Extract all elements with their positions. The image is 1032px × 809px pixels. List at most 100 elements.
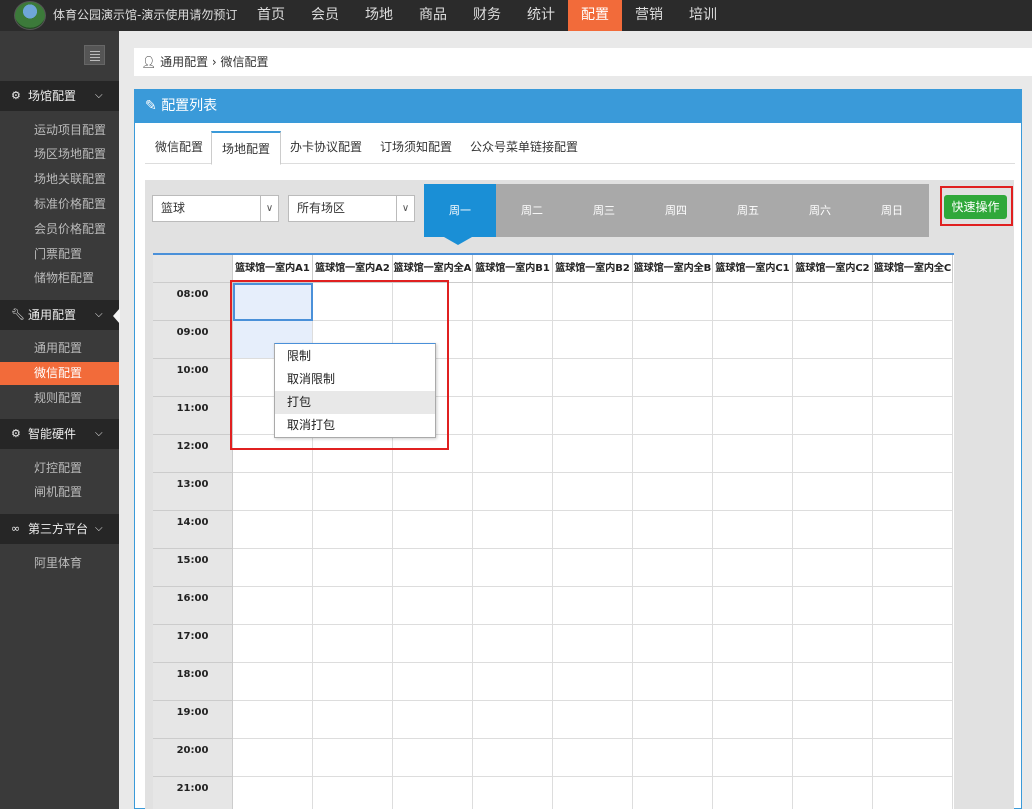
nav-stats[interactable]: 统计 — [514, 0, 568, 31]
schedule-cell[interactable] — [473, 587, 553, 625]
schedule-cell[interactable] — [233, 473, 313, 511]
schedule-cell[interactable] — [473, 321, 553, 359]
sidebar-item-sport-config[interactable]: 运动项目配置 — [0, 119, 119, 142]
sidebar-item-ticket-config[interactable]: 门票配置 — [0, 243, 119, 266]
nav-marketing[interactable]: 营销 — [622, 0, 676, 31]
schedule-cell[interactable] — [793, 473, 873, 511]
schedule-cell[interactable] — [473, 435, 553, 473]
chevron-down-icon[interactable]: ∨ — [260, 196, 278, 221]
schedule-cell[interactable] — [233, 587, 313, 625]
tab-menu-link[interactable]: 公众号菜单链接配置 — [470, 131, 578, 164]
schedule-cell[interactable] — [473, 397, 553, 435]
schedule-cell[interactable] — [473, 549, 553, 587]
schedule-cell[interactable] — [793, 587, 873, 625]
schedule-cell[interactable] — [633, 321, 713, 359]
sidebar-group-smart-hardware[interactable]: ⚙ 智能硬件 ⌵ — [0, 419, 119, 449]
schedule-cell[interactable] — [633, 625, 713, 663]
schedule-cell[interactable] — [393, 625, 473, 663]
context-item-unrestrict[interactable]: 取消限制 — [275, 368, 435, 391]
schedule-cell[interactable] — [233, 739, 313, 777]
schedule-cell[interactable] — [713, 359, 793, 397]
schedule-cell[interactable] — [233, 625, 313, 663]
schedule-cell[interactable] — [313, 625, 393, 663]
schedule-cell[interactable] — [313, 473, 393, 511]
schedule-cell[interactable] — [553, 549, 633, 587]
schedule-cell[interactable] — [553, 777, 633, 809]
schedule-cell[interactable] — [793, 321, 873, 359]
schedule-cell[interactable] — [313, 701, 393, 739]
schedule-cell[interactable] — [553, 625, 633, 663]
schedule-cell[interactable] — [633, 663, 713, 701]
sidebar-group-third-party[interactable]: ∞ 第三方平台 ⌵ — [0, 514, 119, 544]
schedule-cell[interactable] — [793, 435, 873, 473]
nav-finance[interactable]: 财务 — [460, 0, 514, 31]
schedule-cell[interactable] — [713, 397, 793, 435]
sidebar-item-locker-config[interactable]: 储物柜配置 — [0, 267, 119, 290]
schedule-cell[interactable] — [473, 473, 553, 511]
schedule-cell[interactable] — [793, 511, 873, 549]
schedule-cell[interactable] — [553, 587, 633, 625]
schedule-cell[interactable] — [553, 283, 633, 321]
schedule-cell[interactable] — [473, 663, 553, 701]
nav-home[interactable]: 首页 — [244, 0, 298, 31]
schedule-cell[interactable] — [793, 397, 873, 435]
schedule-cell[interactable] — [873, 283, 953, 321]
schedule-cell[interactable] — [313, 587, 393, 625]
schedule-cell[interactable] — [633, 701, 713, 739]
schedule-cell[interactable] — [633, 397, 713, 435]
tab-booking-notice[interactable]: 订场须知配置 — [380, 131, 452, 164]
schedule-cell[interactable] — [233, 663, 313, 701]
sidebar-toggle-button[interactable] — [84, 45, 105, 65]
schedule-cell[interactable] — [633, 511, 713, 549]
schedule-cell[interactable] — [473, 283, 553, 321]
schedule-cell[interactable] — [713, 321, 793, 359]
sidebar-item-light-config[interactable]: 灯控配置 — [0, 457, 119, 480]
nav-config[interactable]: 配置 — [568, 0, 622, 31]
sidebar-item-gate-config[interactable]: 闸机配置 — [0, 481, 119, 504]
schedule-cell[interactable] — [553, 511, 633, 549]
context-item-unbundle[interactable]: 取消打包 — [275, 414, 435, 437]
context-item-bundle[interactable]: 打包 — [275, 391, 435, 414]
chevron-down-icon[interactable]: ∨ — [396, 196, 414, 221]
schedule-cell[interactable] — [713, 283, 793, 321]
sidebar-item-ali-sports[interactable]: 阿里体育 — [0, 552, 119, 575]
tab-venue-config[interactable]: 场地配置 — [211, 131, 282, 165]
schedule-cell[interactable] — [793, 663, 873, 701]
schedule-cell[interactable] — [873, 473, 953, 511]
sidebar-item-standard-price[interactable]: 标准价格配置 — [0, 193, 119, 216]
day-tuesday[interactable]: 周二 — [496, 184, 568, 237]
schedule-cell[interactable] — [393, 549, 473, 587]
day-saturday[interactable]: 周六 — [784, 184, 856, 237]
schedule-cell[interactable] — [553, 321, 633, 359]
schedule-cell[interactable] — [313, 739, 393, 777]
day-friday[interactable]: 周五 — [712, 184, 784, 237]
schedule-cell[interactable] — [713, 701, 793, 739]
schedule-cell[interactable] — [873, 397, 953, 435]
schedule-cell[interactable] — [873, 663, 953, 701]
nav-goods[interactable]: 商品 — [406, 0, 460, 31]
schedule-cell[interactable] — [473, 777, 553, 809]
sport-select[interactable]: 篮球 ∨ — [152, 195, 279, 222]
schedule-cell[interactable] — [873, 587, 953, 625]
schedule-cell[interactable] — [713, 777, 793, 809]
schedule-cell[interactable] — [633, 549, 713, 587]
schedule-cell[interactable] — [873, 321, 953, 359]
schedule-cell[interactable] — [793, 777, 873, 809]
schedule-cell[interactable] — [313, 777, 393, 809]
schedule-cell[interactable] — [553, 397, 633, 435]
schedule-cell[interactable] — [713, 435, 793, 473]
schedule-cell[interactable] — [473, 511, 553, 549]
context-item-restrict[interactable]: 限制 — [275, 345, 435, 368]
sidebar-group-venue-config[interactable]: ⚙ 场馆配置 ⌵ — [0, 81, 119, 111]
logo-icon[interactable] — [14, 1, 46, 30]
schedule-cell[interactable] — [233, 511, 313, 549]
schedule-cell[interactable] — [233, 777, 313, 809]
schedule-cell[interactable] — [633, 435, 713, 473]
schedule-cell[interactable] — [873, 511, 953, 549]
schedule-cell[interactable] — [713, 739, 793, 777]
schedule-cell[interactable] — [553, 473, 633, 511]
sidebar-item-member-price[interactable]: 会员价格配置 — [0, 218, 119, 241]
schedule-cell[interactable] — [393, 511, 473, 549]
schedule-cell[interactable] — [633, 359, 713, 397]
breadcrumb-root[interactable]: 通用配置 — [160, 55, 208, 69]
